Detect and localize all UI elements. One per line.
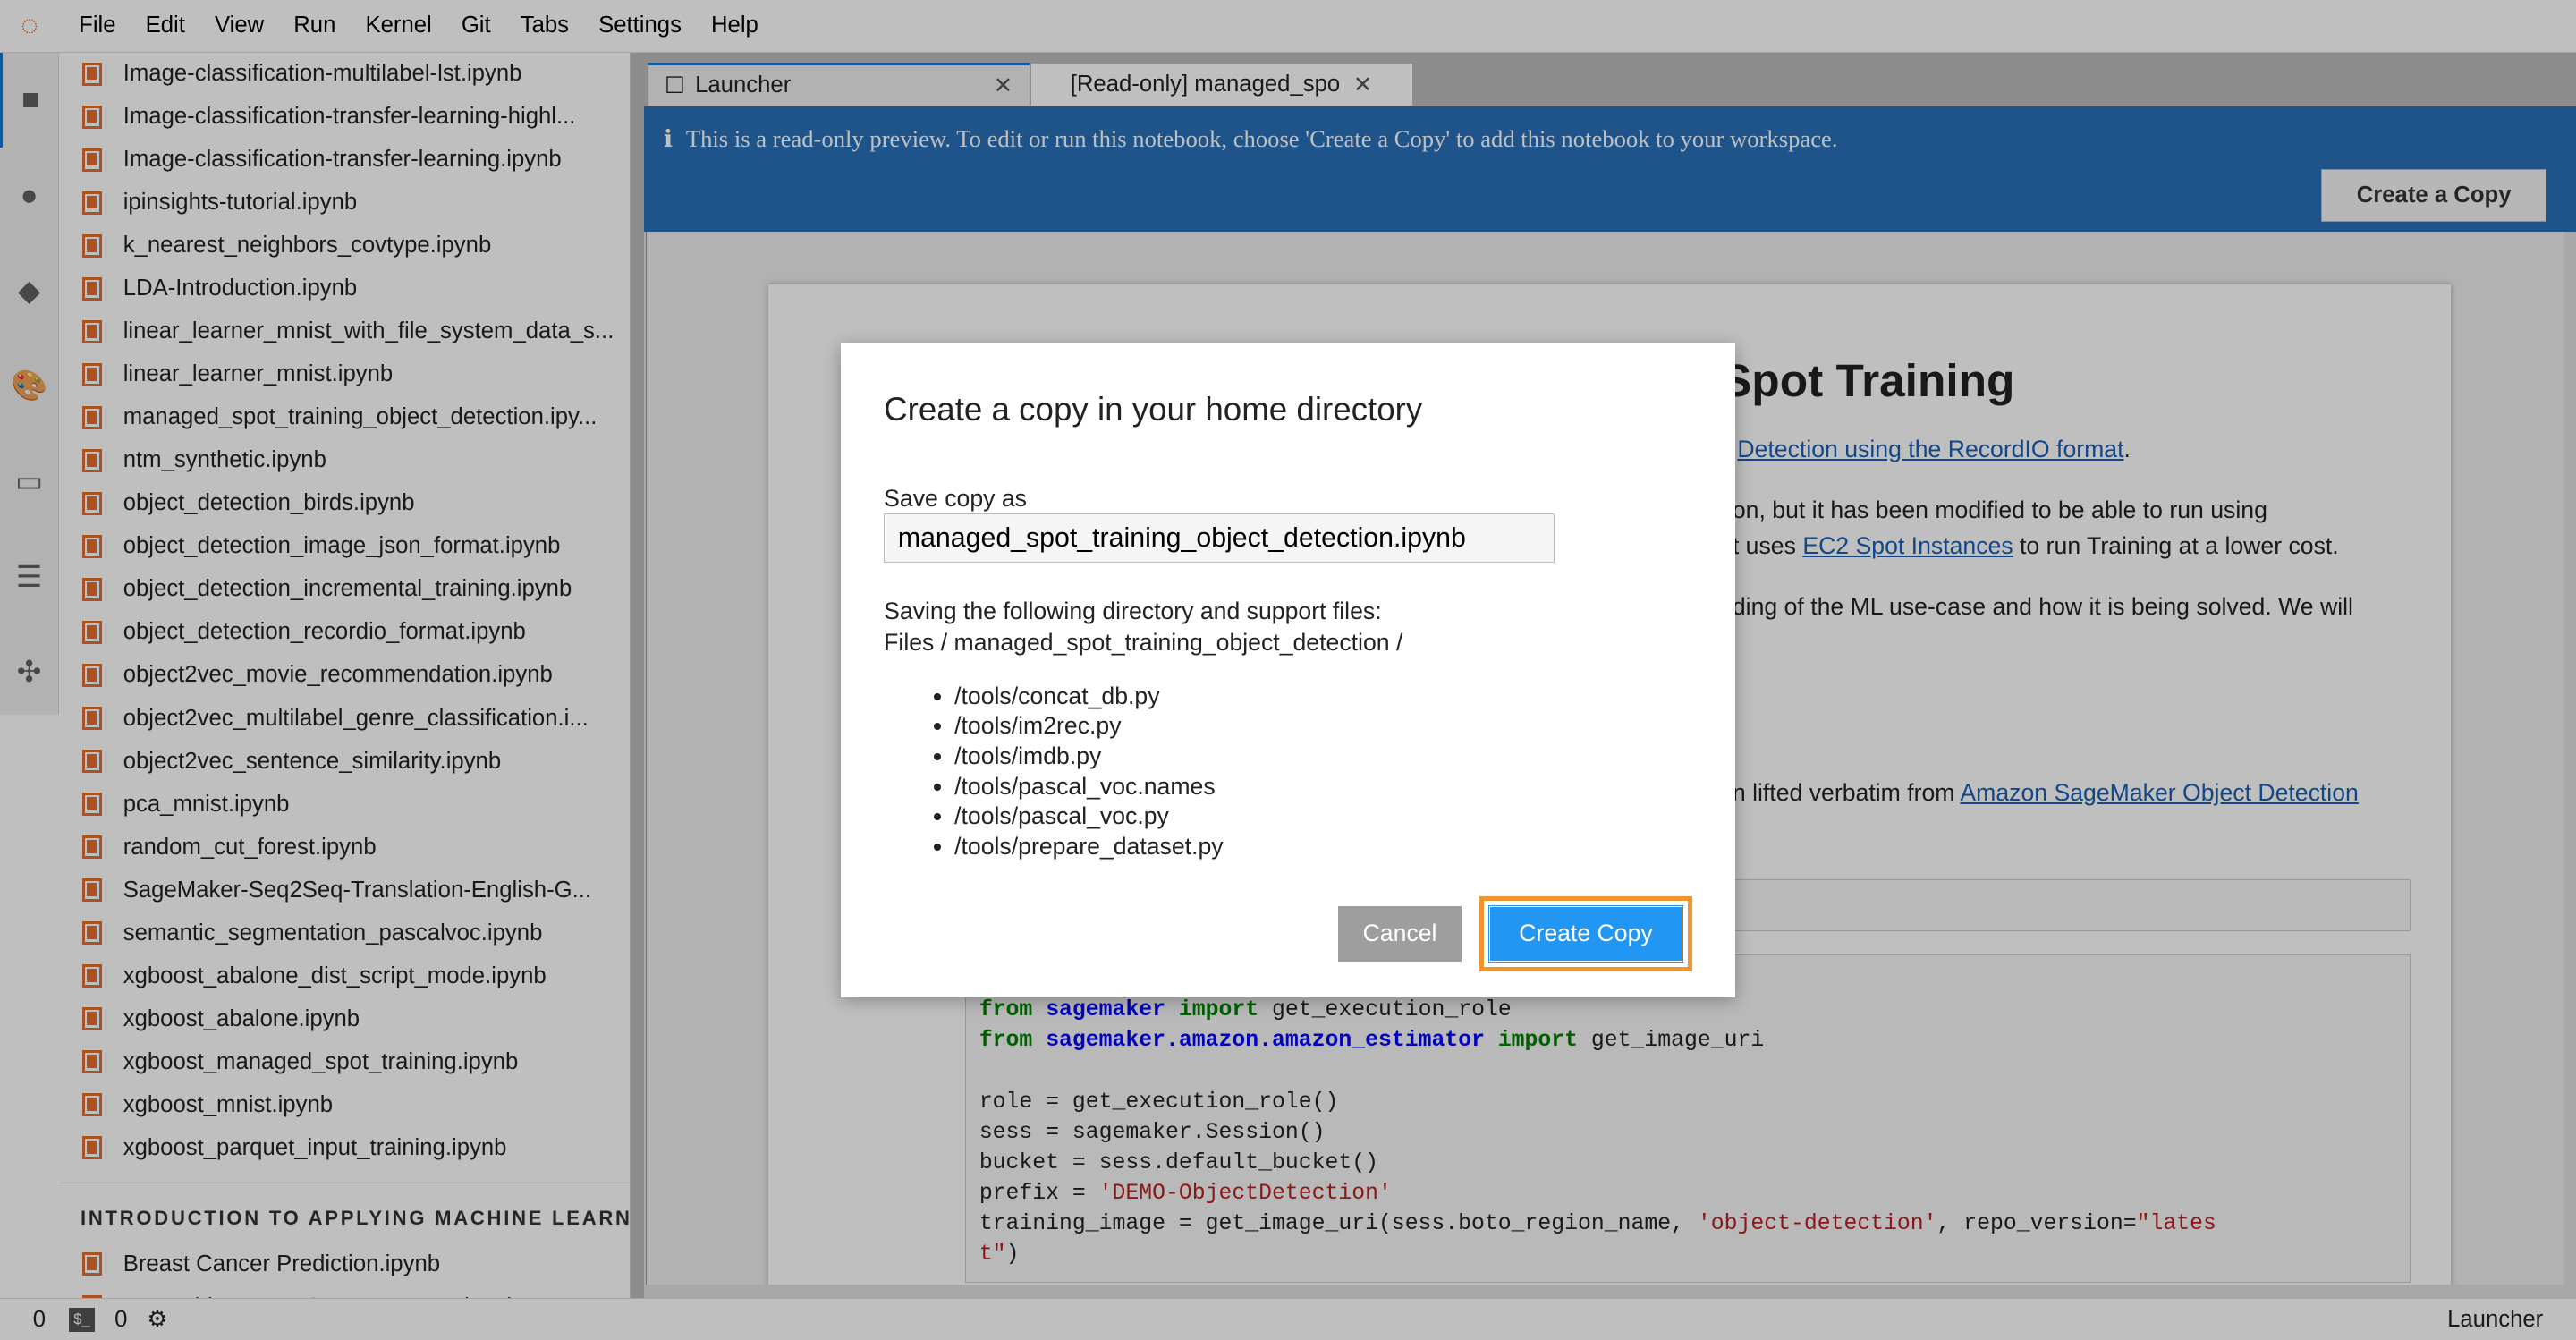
support-file: /tools/prepare_dataset.py — [954, 832, 1692, 862]
support-file: /tools/pascal_voc.names — [954, 772, 1692, 802]
create-copy-button[interactable]: Create Copy — [1487, 904, 1684, 963]
support-file: /tools/concat_db.py — [954, 682, 1692, 712]
jupyterlab-window: ◌ File Edit View Run Kernel Git Tabs Settings He… — [0, 0, 2576, 1340]
filename-input[interactable] — [884, 513, 1555, 564]
support-file: /tools/pascal_voc.py — [954, 801, 1692, 832]
directory-path: Files / managed_spot_training_object_det… — [884, 629, 1403, 657]
cancel-button[interactable]: Cancel — [1338, 905, 1462, 963]
filename-label: Save copy as — [884, 484, 1027, 512]
create-copy-dialog: Create a copy in your home directory Sav… — [841, 343, 1735, 997]
dialog-title: Create a copy in your home directory — [884, 391, 1423, 428]
saving-text: Saving the following directory and suppo… — [884, 598, 1382, 625]
focus-highlight: Create Copy — [1479, 896, 1692, 971]
support-files-list: /tools/concat_db.py/tools/im2rec.py/tool… — [884, 682, 1692, 862]
support-file: /tools/imdb.py — [954, 742, 1692, 772]
support-file: /tools/im2rec.py — [954, 711, 1692, 742]
